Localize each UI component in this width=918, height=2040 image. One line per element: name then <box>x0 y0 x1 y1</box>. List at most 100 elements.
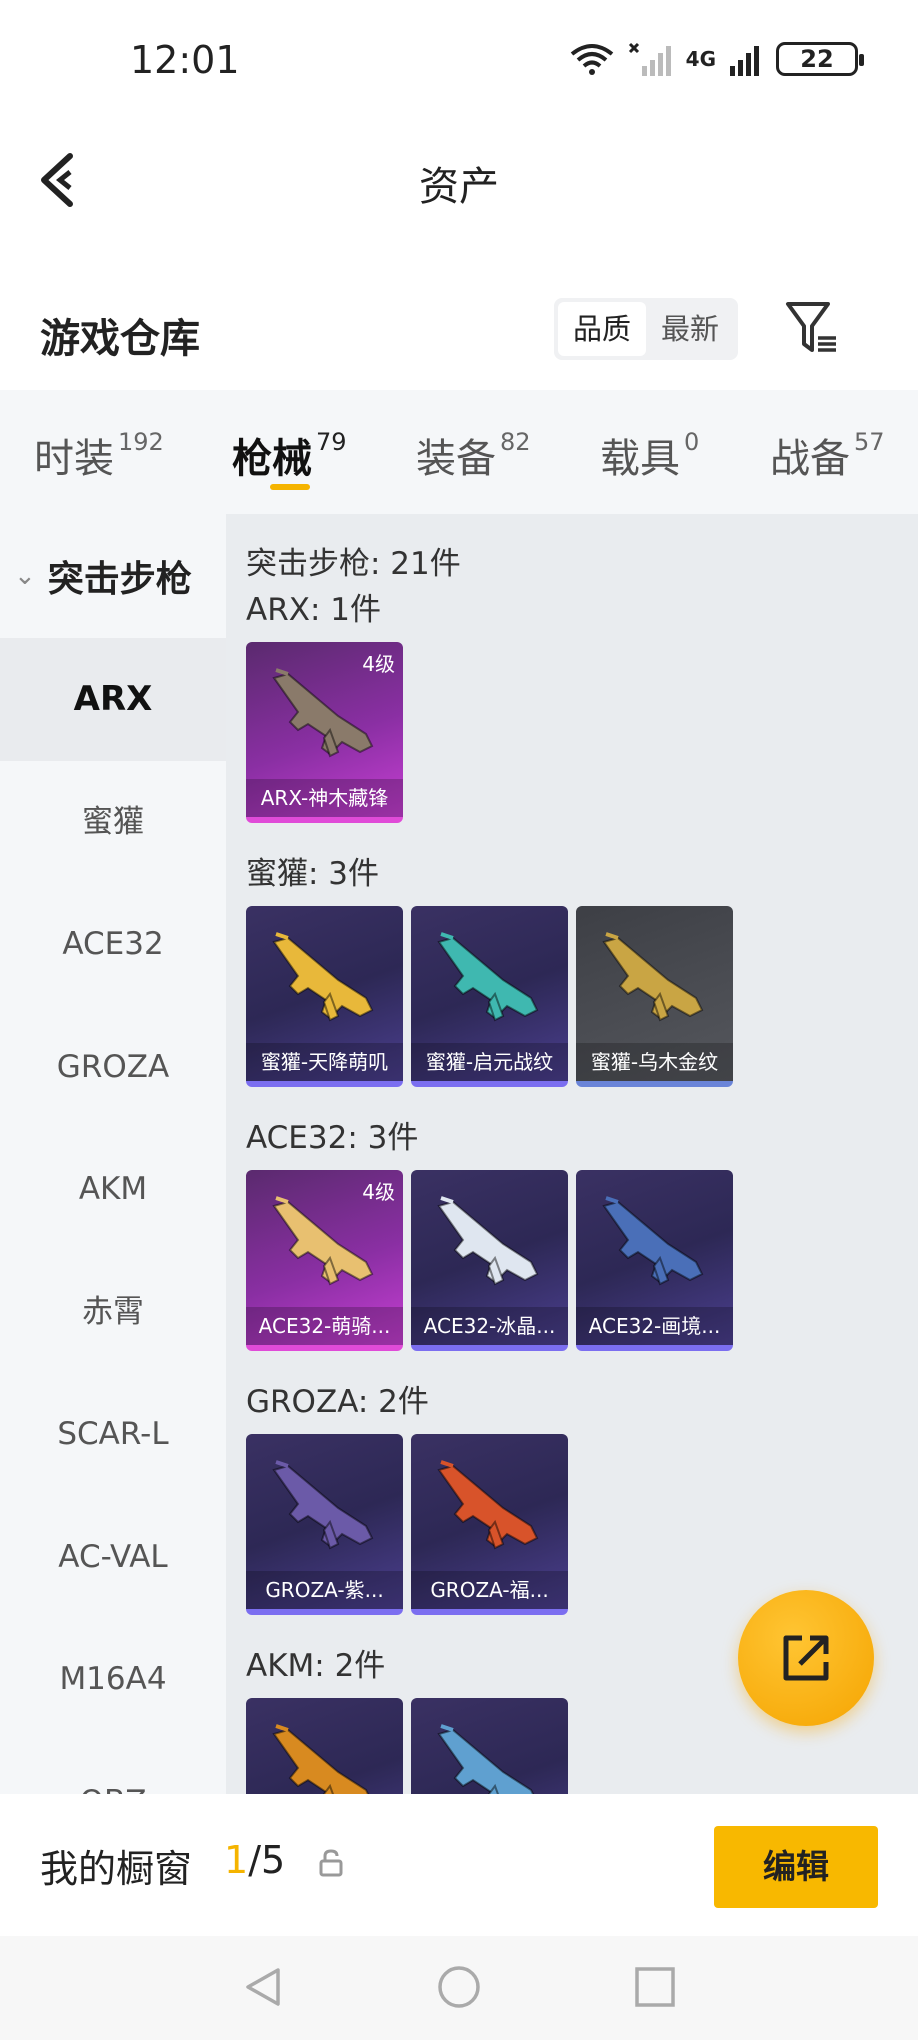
sort-option-quality[interactable]: 品质 <box>558 302 646 356</box>
weapon-card[interactable] <box>411 1698 568 1794</box>
sort-option-newest[interactable]: 最新 <box>646 302 734 356</box>
battery-icon: 22 <box>776 42 864 76</box>
sidebar-item-qbz[interactable]: QBZ <box>0 1741 226 1795</box>
weapon-name: 蜜獾-启元战纹 <box>411 1043 568 1081</box>
chevron-down-icon: ⌄ <box>14 561 36 591</box>
weapon-group: GROZA: 2件 GROZA-紫... GROZA-福... <box>246 1376 568 1615</box>
showcase-current: 1 <box>224 1838 249 1882</box>
weapon-card[interactable]: 蜜獾-启元战纹 <box>411 906 568 1087</box>
rifle-icon <box>437 1724 535 1794</box>
weapon-card[interactable]: GROZA-紫... <box>246 1434 403 1615</box>
weapon-name: GROZA-紫... <box>246 1571 403 1609</box>
nav-home-icon[interactable] <box>436 1964 482 2010</box>
nav-recents-icon[interactable] <box>632 1964 678 2010</box>
nav-back-icon[interactable] <box>240 1964 286 2010</box>
tab-label: 装备 <box>416 436 496 482</box>
sidebar-category-label: 突击步枪 <box>47 559 192 600</box>
title-bar: 资产 <box>0 120 918 240</box>
tab-label: 战备 <box>770 436 850 482</box>
rifle-icon <box>272 668 374 758</box>
weapon-card-row <box>246 1698 568 1794</box>
sidebar-item-honey-badger[interactable]: 蜜獾 <box>0 761 226 884</box>
weapon-type-sidebar: ⌄ 突击步枪 ARX 蜜獾 ACE32 GROZA AKM 赤霄 SCAR-L … <box>0 514 226 1794</box>
weapon-card-row: 4级 ACE32-萌骑... ACE32-冰晶... ACE32-画境... <box>246 1170 733 1351</box>
signal-icon <box>730 46 759 76</box>
sidebar-item-ace32[interactable]: ACE32 <box>0 883 226 1006</box>
weapon-name: ARX-神木藏锋 <box>246 779 403 817</box>
edit-button[interactable]: 编辑 <box>714 1826 878 1908</box>
weapon-group: 蜜獾: 3件 蜜獾-天降萌叽 蜜獾-启元战纹 蜜獾-乌木金纹 <box>246 848 733 1087</box>
filter-icon[interactable] <box>784 298 840 358</box>
rifle-icon <box>602 932 704 1022</box>
sidebar-item-arx[interactable]: ARX <box>0 638 226 761</box>
sidebar-category-header[interactable]: ⌄ 突击步枪 <box>0 514 226 638</box>
sidebar-item-ac-val[interactable]: AC-VAL <box>0 1496 226 1619</box>
tab-count: 57 <box>854 428 885 456</box>
tab-label: 载具 <box>600 436 680 482</box>
weapon-name: ACE32-冰晶... <box>411 1307 568 1345</box>
share-icon <box>783 1635 829 1681</box>
sidebar-item-chixiao[interactable]: 赤霄 <box>0 1251 226 1374</box>
rifle-icon <box>602 1196 704 1286</box>
sidebar-item-groza[interactable]: GROZA <box>0 1006 226 1129</box>
weapon-group-title: ACE32: 3件 <box>246 1120 419 1156</box>
tab-count: 82 <box>500 428 531 456</box>
weapon-card-row: 蜜獾-天降萌叽 蜜獾-启元战纹 蜜獾-乌木金纹 <box>246 906 733 1087</box>
tab-supplies[interactable]: 战备 57 <box>770 426 885 484</box>
weapon-card-row: GROZA-紫... GROZA-福... <box>246 1434 568 1615</box>
tab-firearms[interactable]: 枪械 79 <box>232 426 347 484</box>
warehouse-title: 游戏仓库 <box>40 316 200 362</box>
weapon-name: 蜜獾-乌木金纹 <box>576 1043 733 1081</box>
weapon-card[interactable]: 4级 ACE32-萌骑... <box>246 1170 403 1351</box>
page-title: 资产 <box>419 164 499 210</box>
weapon-group: ARX: 1件 4级 ARX-神木藏锋 <box>246 584 403 823</box>
warehouse-header: 游戏仓库 品质 最新 <box>0 270 918 390</box>
category-tabs: 时装 192 枪械 79 装备 82 载具 0 战备 57 <box>0 390 918 514</box>
tab-count: 0 <box>684 428 700 456</box>
rifle-icon <box>272 932 374 1022</box>
status-time: 12:01 <box>130 38 240 82</box>
category-total: 突击步枪: 21件 <box>246 546 461 582</box>
showcase-label: 我的橱窗 <box>40 1847 193 1891</box>
system-nav-bar <box>0 1936 918 2040</box>
weapon-card-row: 4级 ARX-神木藏锋 <box>246 642 403 823</box>
network-type: 4G <box>685 47 716 71</box>
tab-label: 时装 <box>34 436 114 482</box>
sidebar-item-scar-l[interactable]: SCAR-L <box>0 1373 226 1496</box>
wifi-icon <box>570 44 613 75</box>
weapon-card[interactable]: 4级 ARX-神木藏锋 <box>246 642 403 823</box>
tab-label: 枪械 <box>232 436 312 482</box>
tab-fashion[interactable]: 时装 192 <box>34 426 164 484</box>
tab-equipment[interactable]: 装备 82 <box>416 426 531 484</box>
weapon-level-badge: 4级 <box>362 1180 395 1204</box>
rifle-icon <box>272 1196 374 1286</box>
share-button[interactable] <box>738 1590 874 1726</box>
weapon-card[interactable]: 蜜獾-乌木金纹 <box>576 906 733 1087</box>
rifle-icon <box>437 932 539 1022</box>
weapon-group-title: AKM: 2件 <box>246 1648 386 1684</box>
status-bar: 12:01 4G 22 <box>0 0 918 120</box>
weapon-name: ACE32-画境... <box>576 1307 733 1345</box>
weapon-card[interactable] <box>246 1698 403 1794</box>
lock-icon <box>319 1849 343 1877</box>
showcase-total: /5 <box>248 1838 286 1882</box>
weapon-card[interactable]: 蜜獾-天降萌叽 <box>246 906 403 1087</box>
weapon-card[interactable]: GROZA-福... <box>411 1434 568 1615</box>
weapon-card[interactable]: ACE32-画境... <box>576 1170 733 1351</box>
signal-x-icon <box>628 42 671 76</box>
weapon-level-badge: 4级 <box>362 652 395 676</box>
weapon-group: ACE32: 3件 4级 ACE32-萌骑... ACE32-冰晶... ACE32-画… <box>246 1112 733 1351</box>
weapon-group-title: GROZA: 2件 <box>246 1384 429 1420</box>
showcase-count: 1/5 <box>224 1838 285 1882</box>
rifle-icon <box>272 1724 370 1794</box>
weapon-group-title: ARX: 1件 <box>246 592 382 628</box>
status-icons: 4G 22 <box>570 42 864 76</box>
weapon-name: ACE32-萌骑... <box>246 1307 403 1345</box>
weapon-card[interactable]: ACE32-冰晶... <box>411 1170 568 1351</box>
sidebar-item-m16a4[interactable]: M16A4 <box>0 1618 226 1741</box>
tab-count: 79 <box>316 428 347 456</box>
tab-vehicles[interactable]: 载具 0 <box>600 426 699 484</box>
sidebar-item-akm[interactable]: AKM <box>0 1128 226 1251</box>
sort-toggle: 品质 最新 <box>554 298 738 360</box>
showcase-bar: 我的橱窗 1/5 编辑 <box>0 1796 918 1936</box>
